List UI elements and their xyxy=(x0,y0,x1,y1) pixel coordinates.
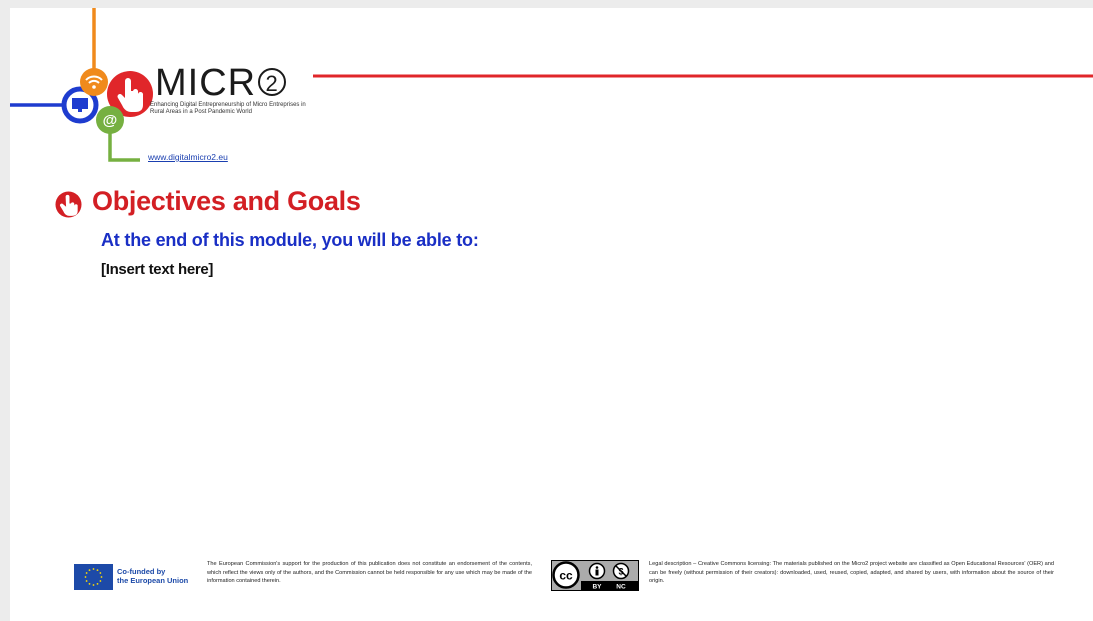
cc-by-nc-license-icon: cc $ BY NC xyxy=(551,560,639,591)
page-title: Objectives and Goals xyxy=(92,186,361,216)
eu-disclaimer: The European Commission's support for th… xyxy=(207,561,532,584)
cc-by-label: BY xyxy=(592,584,602,591)
page-subtitle: At the end of this module, you will be a… xyxy=(101,230,479,250)
legal-description: Legal description – Creative Commons lic… xyxy=(649,561,1054,584)
eu-flag-icon xyxy=(74,564,113,590)
svg-text:@: @ xyxy=(103,112,118,129)
hand-pointer-icon xyxy=(55,191,82,218)
logo-number-circle: 2 xyxy=(258,68,287,96)
wifi-circle-icon xyxy=(80,68,108,96)
logo-wordmark: MICR 2 xyxy=(155,64,287,102)
website-link[interactable]: www.digitalmicro2.eu xyxy=(148,152,228,162)
logo-tagline: Enhancing Digital Entrepreneurship of Mi… xyxy=(150,102,306,115)
body-placeholder-text: [Insert text here] xyxy=(101,261,214,278)
svg-text:cc: cc xyxy=(559,569,573,583)
cc-nc-label: NC xyxy=(616,584,626,591)
slide: @ MICR 2 Enhancing Digital Entrepreneursh… xyxy=(10,8,1093,621)
eu-label-text: Co-funded by the European Union xyxy=(117,567,189,585)
eu-cofunded-label: Co-funded by the European Union xyxy=(117,567,188,585)
